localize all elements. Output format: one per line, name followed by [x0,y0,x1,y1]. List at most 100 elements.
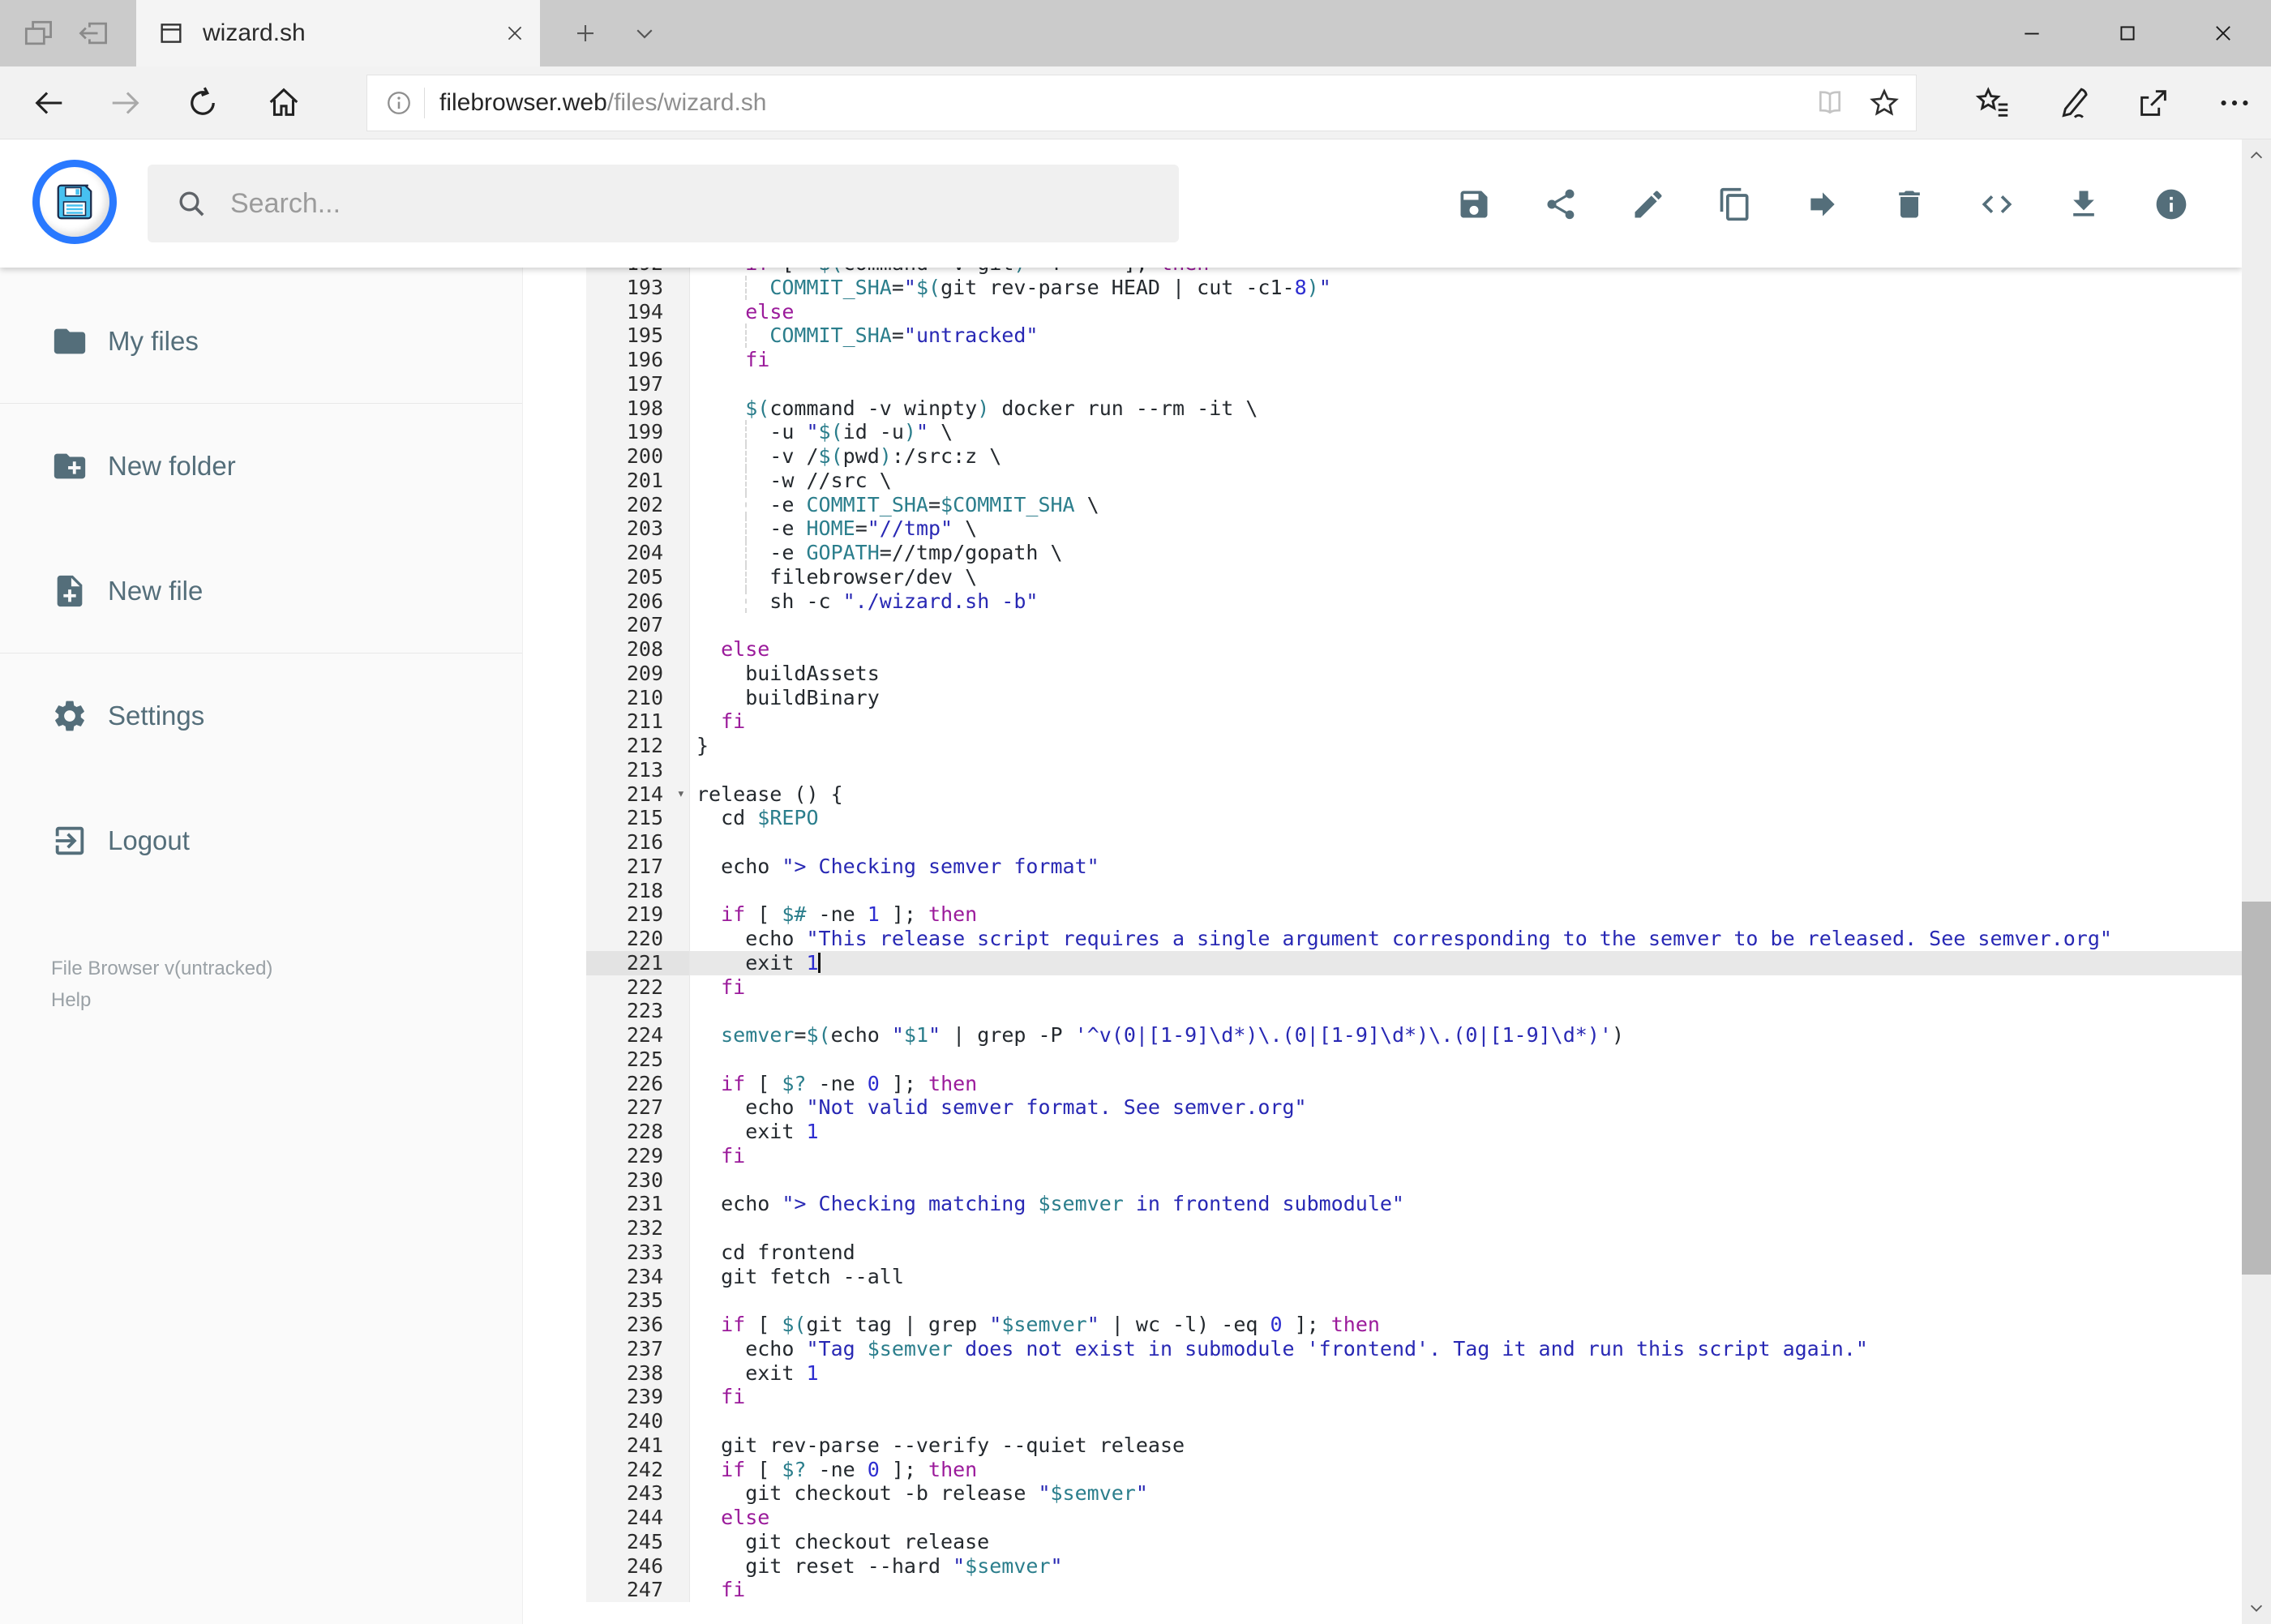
code-line[interactable]: 223 [523,999,2242,1023]
sidebar-item-settings[interactable]: Settings [0,691,522,741]
code-line[interactable]: 241 git rev-parse --verify --quiet relea… [523,1433,2242,1458]
back-button[interactable] [18,66,79,139]
address-bar[interactable]: filebrowser.web/files/wizard.sh [366,75,1917,131]
code-line[interactable]: 215 cd $REPO [523,806,2242,830]
scroll-up-button[interactable] [2242,139,2271,172]
code-line[interactable]: 216 [523,830,2242,855]
sidebar-item-new-file[interactable]: New file [0,566,522,616]
app-logo[interactable] [32,160,117,244]
code-line[interactable]: 202 -e COMMIT_SHA=$COMMIT_SHA \ [523,492,2242,517]
move-button[interactable] [1805,186,1840,222]
maximize-button[interactable] [2080,0,2175,66]
code-line[interactable]: 221 exit 1 [523,950,2242,975]
code-line[interactable]: 228 exit 1 [523,1120,2242,1144]
tab-preview-icon[interactable] [20,15,56,51]
code-line[interactable]: 227 echo "Not valid semver format. See s… [523,1095,2242,1120]
code-line[interactable]: 239 fi [523,1385,2242,1409]
code-line[interactable]: 195 COMMIT_SHA="untracked" [523,324,2242,348]
code-line[interactable]: 225 [523,1047,2242,1072]
ink-button[interactable] [2042,66,2104,139]
code-line[interactable]: 193 COMMIT_SHA="$(git rev-parse HEAD | c… [523,275,2242,300]
code-line[interactable]: 242 if [ $? -ne 0 ]; then [523,1457,2242,1482]
code-line[interactable]: 212} [523,734,2242,758]
copy-button[interactable] [1717,186,1753,222]
code-line[interactable]: 233 cd frontend [523,1240,2242,1265]
scroll-down-button[interactable] [2242,1592,2271,1624]
close-window-button[interactable] [2175,0,2271,66]
code-line[interactable]: 209 buildAssets [523,661,2242,686]
code-line[interactable]: 205 filebrowser/dev \ [523,564,2242,589]
save-button[interactable] [1456,186,1492,222]
share-button[interactable] [1543,186,1579,222]
home-button[interactable] [253,66,315,139]
new-tab-button[interactable] [567,15,604,52]
code-line[interactable]: 236 if [ $(git tag | grep "$semver" | wc… [523,1313,2242,1337]
search-input[interactable] [229,186,1179,221]
code-line[interactable]: 219 if [ $# -ne 1 ]; then [523,902,2242,927]
forward-button[interactable] [95,66,156,139]
code-line[interactable]: 231 echo "> Checking matching $semver in… [523,1192,2242,1216]
code-line[interactable]: 217 echo "> Checking semver format" [523,854,2242,879]
set-tabs-aside-icon[interactable] [75,15,111,51]
reading-view-icon[interactable] [1814,87,1846,119]
code-line[interactable]: 234 git fetch --all [523,1264,2242,1289]
code-line[interactable]: 245 git checkout release [523,1529,2242,1554]
code-line[interactable]: 204 -e GOPATH=//tmp/gopath \ [523,541,2242,565]
sidebar-item-new-folder[interactable]: New folder [0,441,522,491]
code-line[interactable]: 210 buildBinary [523,685,2242,710]
more-button[interactable] [2204,66,2265,139]
tab-list-button[interactable] [626,15,663,52]
code-line[interactable]: 194 else [523,299,2242,324]
sidebar-item-logout[interactable]: Logout [0,816,522,866]
code-line[interactable]: 199 -u "$(id -u)" \ [523,420,2242,444]
site-info-icon[interactable] [385,89,413,117]
code-line[interactable]: 230 [523,1168,2242,1193]
code-line[interactable]: 229 fi [523,1143,2242,1168]
code-line[interactable]: 218 [523,878,2242,903]
code-line[interactable]: 220 echo "This release script requires a… [523,927,2242,951]
download-button[interactable] [2066,186,2102,222]
scrollbar-thumb[interactable] [2242,902,2271,1275]
sidebar-item-my-files[interactable]: My files [0,316,522,366]
code-line[interactable]: 208 else [523,637,2242,662]
code-line[interactable]: 203 -e HOME="//tmp" \ [523,516,2242,541]
code-line[interactable]: 211 fi [523,709,2242,734]
code-line[interactable]: 214 ▾ release () { [523,782,2242,807]
refresh-button[interactable] [172,66,234,139]
code-line[interactable]: 222 fi [523,975,2242,1000]
minimize-button[interactable] [1984,0,2080,66]
close-tab-button[interactable] [496,15,533,52]
code-line[interactable]: 196 fi [523,348,2242,372]
code-line[interactable]: 226 if [ $? -ne 0 ]; then [523,1071,2242,1096]
help-link[interactable]: Help [51,984,272,1016]
hub-button[interactable] [1962,66,2024,139]
code-line[interactable]: 247 fi [523,1578,2242,1602]
code-line[interactable]: 246 git reset --hard "$semver" [523,1553,2242,1579]
fold-arrow-icon[interactable]: ▾ [677,782,685,807]
code-line[interactable]: 207 [523,613,2242,637]
code-line[interactable]: 197 [523,371,2242,396]
search-bar[interactable] [148,165,1179,242]
code-line[interactable]: 224 semver=$(echo "$1" | grep -P '^v(0|[… [523,1023,2242,1048]
page-scrollbar[interactable] [2242,139,2271,1624]
code-line[interactable]: 198 $(command -v winpty) docker run --rm… [523,396,2242,421]
browser-tab[interactable]: wizard.sh [136,0,540,66]
code-line[interactable]: 200 -v /$(pwd):/src:z \ [523,444,2242,469]
share-page-button[interactable] [2123,66,2184,139]
favorite-star-icon[interactable] [1867,86,1901,120]
code-line[interactable]: 206 sh -c "./wizard.sh -b" [523,589,2242,614]
rename-button[interactable] [1630,186,1666,222]
code-line[interactable]: 244 else [523,1506,2242,1530]
code-line[interactable]: 237 echo "Tag $semver does not exist in … [523,1336,2242,1361]
code-line[interactable]: 213 [523,757,2242,782]
code-line[interactable]: 235 [523,1288,2242,1313]
source-code-button[interactable] [1979,186,2015,222]
code-line[interactable]: 232 [523,1216,2242,1240]
info-button[interactable] [2153,186,2189,222]
code-line[interactable]: 201 -w //src \ [523,468,2242,493]
code-editor[interactable]: 192 if [ "$(command -v git)" != "" ]; th… [523,251,2242,1624]
code-line[interactable]: 240 [523,1409,2242,1433]
code-line[interactable]: 243 git checkout -b release "$semver" [523,1481,2242,1506]
delete-button[interactable] [1892,186,1927,222]
code-line[interactable]: 238 exit 1 [523,1360,2242,1386]
